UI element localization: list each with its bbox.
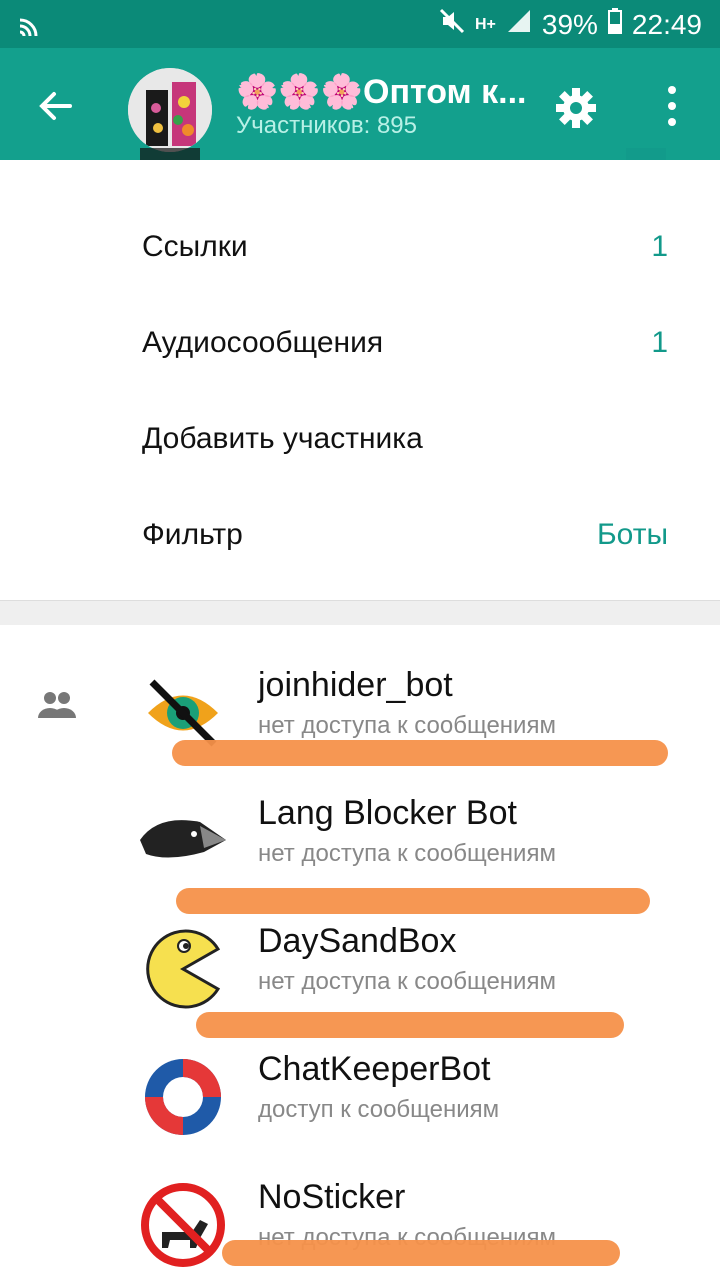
cut-off-row-value [626,148,666,160]
app-bar: 🌸🌸🌸Оптом к... Участников: 895 [0,48,720,160]
member-count: Участников: 895 [236,112,417,139]
filter-row[interactable]: Фильтр Боты [0,488,720,584]
no-dog-avatar [138,1180,228,1270]
clock: 22:49 [631,8,702,40]
cast-icon [18,14,40,41]
cut-off-row-label [140,148,200,160]
status-bar: H+ 39% 22:49 [0,0,720,48]
group-avatar[interactable] [128,68,212,152]
row-value: 1 [651,326,668,359]
member-name: Lang Blocker Bot [258,794,517,832]
member-row[interactable]: ChatKeeperBot доступ к сообщениям [0,1024,720,1152]
more-vert-icon[interactable] [660,82,684,134]
settings-gear-icon[interactable] [552,84,600,132]
pacman-avatar [138,924,228,1014]
row-label: Аудиосообщения [142,326,384,359]
member-name: ChatKeeperBot [258,1050,491,1088]
member-name: joinhider_bot [258,666,453,704]
signal-type: H+ [474,15,496,33]
row-label: Добавить участника [142,422,423,455]
member-status: нет доступа к сообщениям [258,968,556,995]
member-name: DaySandBox [258,922,457,960]
bird-avatar [138,796,228,886]
section-divider [0,600,720,625]
highlight-stroke [222,1240,620,1266]
signal-icon [506,8,532,41]
member-name: NoSticker [258,1178,406,1216]
member-status: нет доступа к сообщениям [258,712,556,739]
chat-title[interactable]: 🌸🌸🌸Оптом к... [236,72,536,112]
member-status: доступ к сообщениям [258,1096,500,1123]
member-row[interactable]: Lang Blocker Bot нет доступа к сообщения… [0,768,720,896]
battery-icon [607,8,622,41]
battery-percent: 39% [541,8,598,40]
back-arrow-icon[interactable] [32,82,80,130]
member-row[interactable]: DaySandBox нет доступа к сообщениям [0,896,720,1024]
audio-row[interactable]: Аудиосообщения 1 [0,296,720,392]
highlight-stroke [172,740,668,766]
add-member-row[interactable]: Добавить участника [0,392,720,488]
row-label: Ссылки [142,230,248,263]
member-status: нет доступа к сообщениям [258,840,556,867]
row-value: 1 [651,230,668,263]
row-label: Фильтр [142,518,243,551]
filter-value[interactable]: Боты [597,518,668,552]
lifebuoy-avatar [138,1052,228,1142]
mute-icon [439,8,465,41]
links-row[interactable]: Ссылки 1 [0,200,720,296]
